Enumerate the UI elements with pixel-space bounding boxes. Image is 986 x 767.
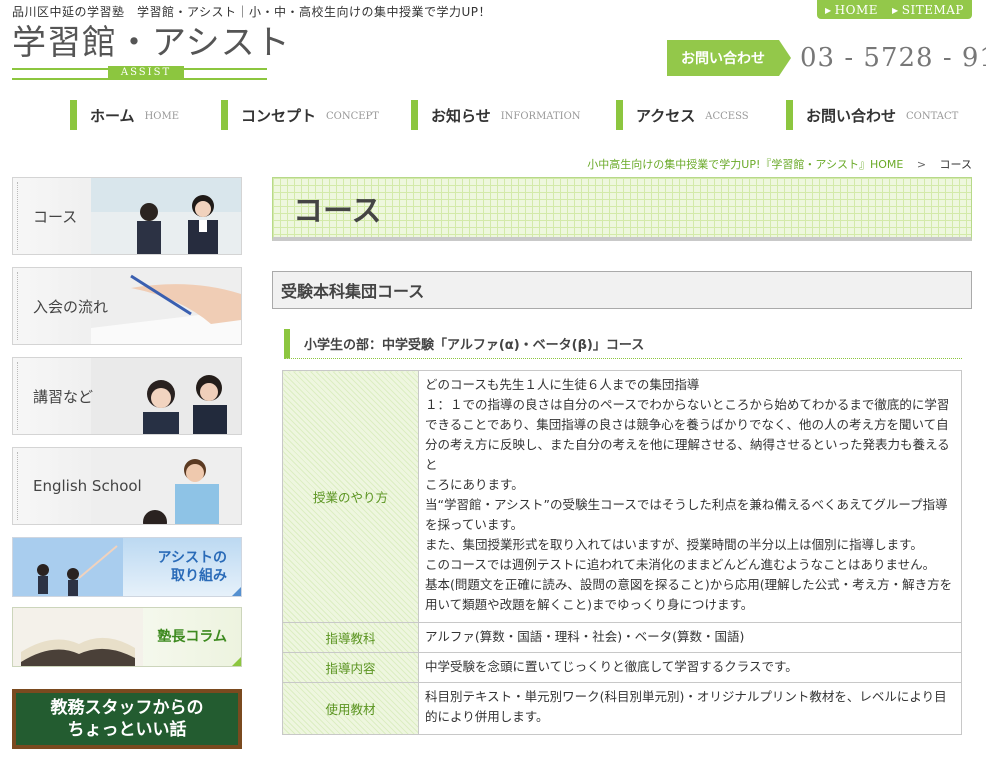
nav-label: ホーム (90, 106, 135, 125)
sidebar-item-english-school[interactable]: English School (12, 447, 242, 525)
site-logo[interactable]: 学習館・アシスト ASSIST (12, 23, 291, 82)
sidebar-item-label: コース (33, 207, 78, 226)
method-line: １：１での指導の良さは自分のペースでわからないところから始めてわかるまで徹底的に… (425, 397, 950, 472)
sidebar-item-label: 講習など (33, 387, 94, 406)
students-photo (91, 178, 241, 254)
banner-assist-initiatives[interactable]: アシストの 取り組み (12, 537, 242, 597)
corner-arrow-icon (232, 657, 241, 666)
top-link-home[interactable]: HOME (825, 3, 878, 17)
sidebar-item-seasonal-courses[interactable]: 講習など (12, 357, 242, 435)
breadcrumb: 小中高生向けの集中授業で学力UP!『学習館・アシスト』HOME > コース (587, 156, 972, 172)
subjects-cell: アルファ(算数・国語・理科・社会)・ベータ(算数・国語) (418, 622, 962, 653)
nav-item-access[interactable]: アクセス ACCESS (616, 100, 749, 130)
method-line: ころにあります。 (425, 477, 524, 492)
corner-arrow-icon (232, 587, 241, 596)
breadcrumb-current: コース (939, 158, 972, 171)
nav-item-concept[interactable]: コンセプト CONCEPT (221, 100, 379, 130)
divider (17, 452, 19, 520)
breadcrumb-separator: > (916, 158, 927, 171)
method-line: また、集団授業形式を取り入れてはいますが、授業時間の半分以上は個別に指導します。 (425, 537, 923, 552)
sidebar-item-enrollment-flow[interactable]: 入会の流れ (12, 267, 242, 345)
table-row: 指導内容 中学受験を念頭に置いてじっくりと徹底して学習するクラスです。 (282, 652, 962, 683)
staff-stories-blackboard[interactable]: 教務スタッフからの ちょっといい話 (12, 689, 242, 749)
method-line: どのコースも先生１人に生徒６人までの集団指導 (425, 377, 700, 392)
divider (17, 272, 19, 340)
row-header-method: 授業のやり方 (282, 370, 419, 623)
nav-sublabel: INFORMATION (500, 111, 581, 122)
divider (17, 362, 19, 430)
banner-label: アシストの 取り組み (157, 550, 227, 584)
site-tagline: 品川区中延の学習塾 学習館・アシスト｜小・中・高校生向けの集中授業で学力UP！ (12, 5, 492, 19)
logo-subtitle: ASSIST (108, 66, 184, 80)
logo-text: 学習館・アシスト (12, 23, 291, 63)
nav-item-information[interactable]: お知らせ INFORMATION (411, 100, 581, 130)
sidebar: コース 入会の流れ 講習など English School アシストの 取り組み… (12, 177, 242, 749)
nav-label: アクセス (636, 106, 696, 125)
nav-sublabel: ACCESS (705, 111, 749, 122)
row-header-content: 指導内容 (282, 652, 419, 683)
nav-label: お問い合わせ (806, 106, 897, 125)
page-title: コース (272, 177, 972, 241)
board-line: ちょっといい話 (67, 720, 187, 740)
main-content: コース 受験本科集団コース 小学生の部：中学受験「アルファ(α)・ベータ(β)」… (272, 177, 972, 735)
method-cell: どのコースも先生１人に生徒６人までの集団指導 １：１での指導の良さは自分のペース… (418, 370, 962, 623)
sidebar-item-label: English School (33, 477, 142, 495)
writing-hand-photo (91, 268, 241, 344)
table-row: 授業のやり方 どのコースも先生１人に生徒６人までの集団指導 １：１での指導の良さ… (282, 370, 962, 623)
method-line: 基本(問題文を正確に読み、設問の意図を探ること)から応用(理解した公式・考え方・… (425, 577, 953, 612)
students-photo (91, 358, 241, 434)
nav-label: お知らせ (431, 106, 491, 125)
banner-principal-column[interactable]: 塾長コラム (12, 607, 242, 667)
nav-sublabel: CONTACT (906, 111, 959, 122)
divider (17, 182, 19, 250)
table-row: 指導教科 アルファ(算数・国語・理科・社会)・ベータ(算数・国語) (282, 622, 962, 653)
top-link-sitemap[interactable]: SITEMAP (892, 3, 964, 17)
open-book-photo (13, 608, 143, 666)
global-nav: ホーム HOME コンセプト CONCEPT お知らせ INFORMATION … (70, 100, 970, 130)
content-cell: 中学受験を念頭に置いてじっくりと徹底して学習するクラスです。 (418, 652, 962, 683)
phone-number: 03 - 5728 - 9182 (800, 43, 986, 73)
nav-sublabel: HOME (144, 111, 180, 122)
row-header-subjects: 指導教科 (282, 622, 419, 653)
banner-label: 塾長コラム (157, 629, 227, 645)
contact-button[interactable]: お問い合わせ (667, 40, 791, 76)
nav-item-contact[interactable]: お問い合わせ CONTACT (786, 100, 958, 130)
section-title: 受験本科集団コース (272, 271, 972, 309)
nav-label: コンセプト (241, 106, 317, 125)
materials-cell: 科目別テキスト・単元別ワーク(科目別単元別)・オリジナルプリント教材を、レベルに… (418, 682, 962, 735)
row-header-materials: 使用教材 (282, 682, 419, 735)
breadcrumb-home-link[interactable]: 小中高生向けの集中授業で学力UP!『学習館・アシスト』HOME (587, 158, 903, 171)
method-line: このコースでは週例テストに追われて未消化のままどんどん進むようなことはありません… (425, 557, 936, 572)
sidebar-item-course[interactable]: コース (12, 177, 242, 255)
nav-sublabel: CONCEPT (326, 111, 379, 122)
subsection-title: 小学生の部：中学受験「アルファ(α)・ベータ(β)」コース (284, 329, 962, 359)
sidebar-item-label: 入会の流れ (33, 297, 109, 316)
board-line: 教務スタッフからの (50, 698, 204, 718)
table-row: 使用教材 科目別テキスト・単元別ワーク(科目別単元別)・オリジナルプリント教材を… (282, 682, 962, 735)
course-details-table: 授業のやり方 どのコースも先生１人に生徒６人までの集団指導 １：１での指導の良さ… (282, 370, 962, 735)
top-links: HOME SITEMAP (816, 0, 972, 19)
jumping-students-photo (13, 538, 123, 596)
method-line: 当“学習館・アシスト”の受験生コースではそうした利点を兼ね備えるべくあえてグルー… (425, 497, 948, 532)
nav-item-home[interactable]: ホーム HOME (70, 100, 179, 130)
